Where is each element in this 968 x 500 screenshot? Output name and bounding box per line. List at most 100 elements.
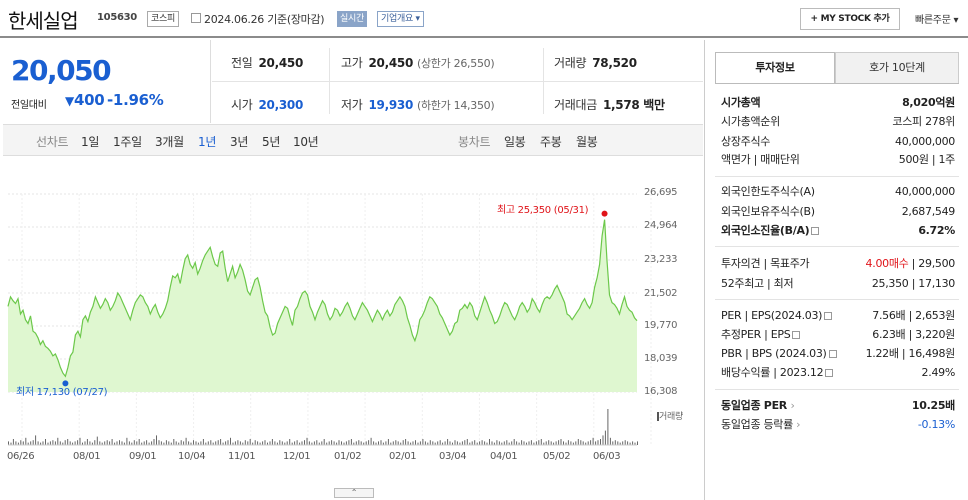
chevron-down-icon: ▾: [953, 15, 959, 26]
volume-bar: [136, 441, 138, 445]
volume-bar: [622, 441, 624, 445]
volume-bar: [456, 441, 458, 445]
change-value: ▼400: [65, 91, 105, 109]
volume-bar: [281, 441, 283, 445]
volume-bar: [151, 441, 153, 445]
x-tick: 08/01: [73, 451, 101, 462]
volume-bar: [188, 441, 190, 445]
collapse-button[interactable]: ⌃: [334, 488, 374, 498]
basis-date: 2024.06.26 기준(장마감): [204, 13, 325, 26]
volume-bar: [590, 440, 592, 445]
y-tick: 26,695: [644, 187, 678, 198]
volume-bar: [397, 441, 399, 445]
help-icon[interactable]: [824, 312, 833, 320]
help-icon[interactable]: [825, 369, 834, 377]
volume-bar: [308, 441, 310, 445]
info-row-est-per: 추정PER | EPS 6.23배 | 3,220원: [721, 328, 955, 341]
volume-bar: [237, 440, 239, 445]
period-1y[interactable]: 1년: [198, 133, 216, 150]
x-tick: 11/01: [228, 451, 256, 462]
volume-bar: [348, 440, 350, 445]
period-5y[interactable]: 5년: [262, 133, 280, 150]
period-daily[interactable]: 일봉: [504, 133, 526, 150]
volume-bar: [126, 437, 128, 445]
add-my-stock-button[interactable]: + MY STOCK 추가: [800, 8, 900, 30]
volume-bar: [444, 441, 446, 445]
volume-bar: [37, 441, 39, 445]
realtime-button[interactable]: 실시간: [337, 11, 367, 27]
help-icon[interactable]: [792, 331, 801, 339]
volume-bar: [69, 441, 71, 445]
volume-bar: [207, 441, 209, 445]
stat-volume: 거래량 78,520: [554, 56, 637, 70]
period-10y[interactable]: 10년: [293, 133, 319, 150]
chevron-down-icon: ▾: [415, 14, 420, 24]
volume-bar: [30, 441, 32, 445]
volume-bar: [555, 441, 557, 445]
divider: [715, 299, 959, 300]
period-monthly[interactable]: 월봉: [576, 133, 598, 150]
volume-bar: [64, 440, 66, 445]
volume-bar: [286, 441, 288, 445]
volume-bar: [146, 440, 148, 445]
period-3m[interactable]: 3개월: [155, 133, 184, 150]
period-1w[interactable]: 1주일: [113, 133, 142, 150]
volume-legend: 거래량: [657, 412, 683, 422]
help-icon[interactable]: [828, 350, 837, 358]
stats-divider: [543, 48, 544, 114]
volume-bar: [592, 437, 594, 445]
volume-bar: [234, 441, 236, 445]
volume-bar: [432, 441, 434, 445]
volume-bar: [25, 437, 27, 445]
volume-bar: [550, 441, 552, 445]
volume-bar: [570, 441, 572, 445]
stock-header: 한세실업 105630 코스피 2024.06.26 기준(장마감) 실시간 기…: [0, 0, 968, 38]
market-badge: 코스피: [147, 11, 179, 27]
period-1d[interactable]: 1일: [81, 133, 99, 150]
high-marker: [601, 210, 608, 217]
divider: [715, 389, 959, 390]
volume-bar: [461, 441, 463, 445]
tab-invest-info[interactable]: 투자정보: [715, 52, 835, 84]
volume-bar: [313, 441, 315, 445]
y-tick: 19,770: [644, 320, 678, 331]
volume-bar: [158, 440, 160, 445]
volume-bar: [323, 439, 325, 445]
quick-order-button[interactable]: 빠른주문 ▾: [915, 11, 959, 26]
period-3y[interactable]: 3년: [230, 133, 248, 150]
volume-bar: [454, 440, 456, 445]
volume-bar: [387, 439, 389, 445]
x-tick: 03/04: [439, 451, 467, 462]
stat-open: 시가 20,300: [231, 98, 303, 112]
volume-bar: [580, 440, 582, 445]
volume-bar: [602, 435, 604, 445]
volume-bar: [449, 441, 451, 445]
company-overview-dropdown[interactable]: 기업개요 ▾: [377, 11, 424, 27]
volume-bar: [560, 439, 562, 445]
volume-bar: [503, 441, 505, 445]
volume-bar: [395, 440, 397, 445]
help-icon[interactable]: [811, 227, 820, 235]
volume-bar: [496, 440, 498, 445]
period-weekly[interactable]: 주봉: [540, 133, 562, 150]
info-row-mkt-rank: 시가총액순위 코스피 278위: [721, 115, 955, 128]
x-tick: 01/02: [334, 451, 362, 462]
volume-bar: [511, 441, 513, 445]
volume-bar: [523, 441, 525, 445]
info-row-52w: 52주최고 | 최저 25,350 | 17,130: [721, 277, 955, 290]
volume-bar: [227, 440, 229, 445]
volume-bar: [225, 441, 227, 445]
volume-bar: [607, 409, 609, 445]
volume-bar: [506, 440, 508, 445]
info-row-industry-per: 동일업종 PER › 10.25배: [721, 399, 955, 412]
volume-bar: [595, 441, 597, 445]
tab-hoga-10[interactable]: 호가 10단계: [835, 52, 959, 84]
volume-bar: [86, 439, 88, 445]
stock-name: 한세실업: [8, 9, 79, 33]
volume-bar: [168, 441, 170, 445]
volume-bar: [471, 441, 473, 445]
volume-bar: [116, 441, 118, 445]
volume-bar: [35, 435, 37, 445]
info-row-foreign-ratio: 외국인소진율(B/A) 6.72%: [721, 224, 955, 237]
stat-high: 고가 20,450 (상한가 26,550): [341, 56, 495, 70]
